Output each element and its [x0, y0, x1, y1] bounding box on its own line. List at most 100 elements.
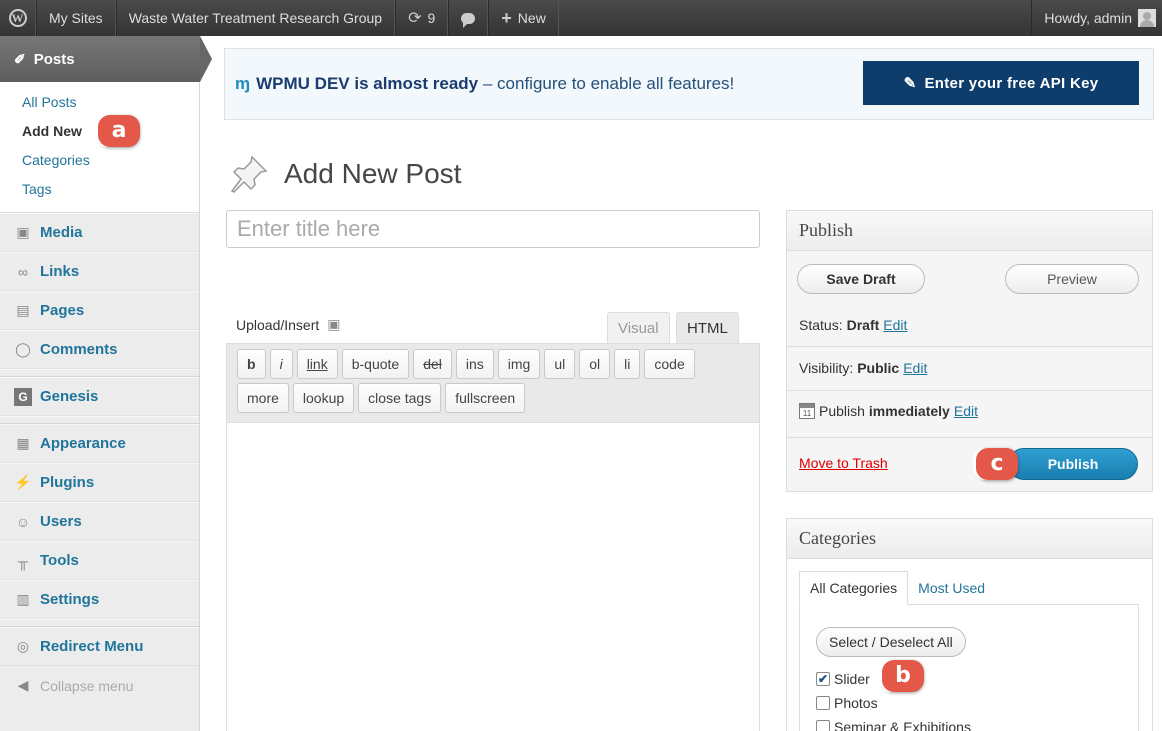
category-label: Seminar & Exhibitions [834, 719, 971, 731]
preview-button[interactable]: Preview [1005, 264, 1139, 294]
qt-italic-button[interactable]: i [269, 349, 293, 379]
comments-link[interactable] [448, 0, 489, 36]
pushpin-icon: ✐ [14, 50, 26, 67]
menu-genesis-label: Genesis [40, 388, 99, 405]
menu-users-label: Users [40, 513, 82, 530]
menu-appearance[interactable]: ▦ Appearance [0, 424, 199, 463]
upload-insert[interactable]: Upload/Insert ▣ [236, 316, 341, 333]
refresh-icon: ⟳ [408, 10, 422, 27]
qt-link-button[interactable]: link [296, 349, 338, 379]
qt-img-button[interactable]: img [497, 349, 541, 379]
categories-box-title: Categories [787, 519, 1152, 559]
checkbox-checked-icon[interactable]: ✔ [816, 672, 830, 686]
save-draft-button[interactable]: Save Draft [797, 264, 925, 294]
notice-text: ɱ WPMU DEV is almost ready – configure to… [235, 74, 734, 94]
checkbox-icon[interactable] [816, 720, 830, 731]
submenu-tags[interactable]: Tags [22, 175, 199, 204]
menu-settings[interactable]: ▥ Settings [0, 580, 199, 619]
category-item[interactable]: Seminar & Exhibitions [816, 719, 971, 731]
menu-tools-label: Tools [40, 552, 79, 569]
tab-most-used[interactable]: Most Used [908, 571, 995, 605]
comments-icon: ◯ [15, 341, 31, 357]
visibility-row: Visibility: Public Edit [787, 360, 1152, 376]
category-tabs: All Categories Most Used [799, 571, 995, 605]
menu-pages-label: Pages [40, 302, 85, 319]
menu-links-label: Links [40, 263, 80, 280]
new-label: New [517, 10, 546, 26]
schedule-value: immediately [868, 403, 950, 419]
status-edit-link[interactable]: Edit [883, 317, 907, 333]
updates-count: 9 [427, 10, 436, 26]
qt-bquote-button[interactable]: b-quote [341, 349, 410, 379]
menu-media[interactable]: ▣ Media [0, 213, 199, 252]
category-label: Slider [834, 671, 870, 687]
menu-plugins[interactable]: ⚡ Plugins [0, 463, 199, 502]
redirect-icon: ◎ [16, 638, 30, 654]
post-title-input[interactable]: Enter title here [226, 210, 760, 248]
wpmudev-logo-icon: ɱ [235, 74, 251, 93]
visibility-value: Public [857, 360, 900, 376]
api-key-button[interactable]: ✎ Enter your free API Key [863, 61, 1139, 105]
menu-posts[interactable]: ✐ Posts [0, 36, 212, 82]
qt-more-button[interactable]: more [237, 383, 289, 413]
collapse-menu-button[interactable]: ◀ Collapse menu [0, 666, 199, 705]
my-sites-link[interactable]: My Sites [36, 0, 116, 36]
annotation-badge-c: c [976, 448, 1018, 480]
schedule-edit-link[interactable]: Edit [954, 403, 978, 419]
qt-fullscreen-button[interactable]: fullscreen [445, 383, 526, 413]
tab-html[interactable]: HTML [676, 312, 739, 344]
tab-all-categories[interactable]: All Categories [799, 571, 909, 605]
menu-posts-label: Posts [33, 50, 75, 68]
qt-lookup-button[interactable]: lookup [292, 383, 355, 413]
select-deselect-all-button[interactable]: Select / Deselect All [816, 627, 966, 657]
qt-ins-button[interactable]: ins [455, 349, 494, 379]
collapse-arrow-icon: ◀ [17, 677, 29, 693]
new-content-link[interactable]: + New [488, 0, 559, 36]
publish-button[interactable]: Publish [1008, 448, 1138, 480]
submenu-all-posts[interactable]: All Posts [22, 88, 199, 117]
account-menu[interactable]: Howdy, admin [1031, 0, 1162, 36]
editor-toolbar-top: Upload/Insert ▣ Visual HTML [226, 308, 760, 344]
checkbox-icon[interactable] [816, 696, 830, 710]
menu-tools[interactable]: ╥ Tools [0, 541, 199, 580]
tab-visual[interactable]: Visual [607, 312, 670, 344]
menu-comments[interactable]: ◯ Comments [0, 330, 199, 369]
qt-ul-button[interactable]: ul [544, 349, 576, 379]
appearance-icon: ▦ [16, 435, 30, 451]
category-item[interactable]: Photos [816, 695, 878, 711]
menu-plugins-label: Plugins [40, 474, 95, 491]
menu-links[interactable]: ∞ Links [0, 252, 199, 291]
visibility-edit-link[interactable]: Edit [903, 360, 927, 376]
qt-bold-button[interactable]: b [237, 349, 266, 379]
quicktags-toolbar: b i link b-quote del ins img ul ol li co… [226, 343, 760, 423]
admin-bar: W My Sites Waste Water Treatment Researc… [0, 0, 1162, 36]
posts-submenu: All Posts Add New Categories Tags [0, 82, 199, 213]
post-content-textarea[interactable] [226, 423, 760, 731]
menu-genesis[interactable]: G Genesis [0, 377, 199, 416]
qt-close-tags-button[interactable]: close tags [358, 383, 442, 413]
status-value: Draft [846, 317, 880, 333]
menu-redirect[interactable]: ◎ Redirect Menu [0, 627, 199, 666]
qt-code-button[interactable]: code [644, 349, 695, 379]
divider [787, 437, 1152, 438]
qt-ol-button[interactable]: ol [579, 349, 611, 379]
menu-pages[interactable]: ▤ Pages [0, 291, 199, 330]
menu-separator [0, 416, 199, 424]
site-name-link[interactable]: Waste Water Treatment Research Group [115, 0, 396, 36]
category-item[interactable]: ✔ Slider [816, 671, 870, 687]
schedule-label: Publish [819, 403, 865, 419]
qt-li-button[interactable]: li [614, 349, 641, 379]
qt-del-button[interactable]: del [413, 349, 452, 379]
menu-users[interactable]: ☺ Users [0, 502, 199, 541]
status-label: Status: [799, 317, 843, 333]
notice-rest: – configure to enable all features! [478, 74, 735, 93]
move-to-trash-link[interactable]: Move to Trash [799, 455, 888, 471]
submenu-categories[interactable]: Categories [22, 146, 199, 175]
schedule-row: 11 Publish immediately Edit [787, 403, 1152, 419]
calendar-icon: 11 [799, 403, 815, 419]
wordpress-logo-icon[interactable]: W [0, 0, 36, 36]
updates-link[interactable]: ⟳ 9 [395, 0, 449, 36]
menu-comments-label: Comments [40, 341, 118, 358]
genesis-icon: G [14, 387, 32, 406]
pages-icon: ▤ [16, 302, 30, 318]
